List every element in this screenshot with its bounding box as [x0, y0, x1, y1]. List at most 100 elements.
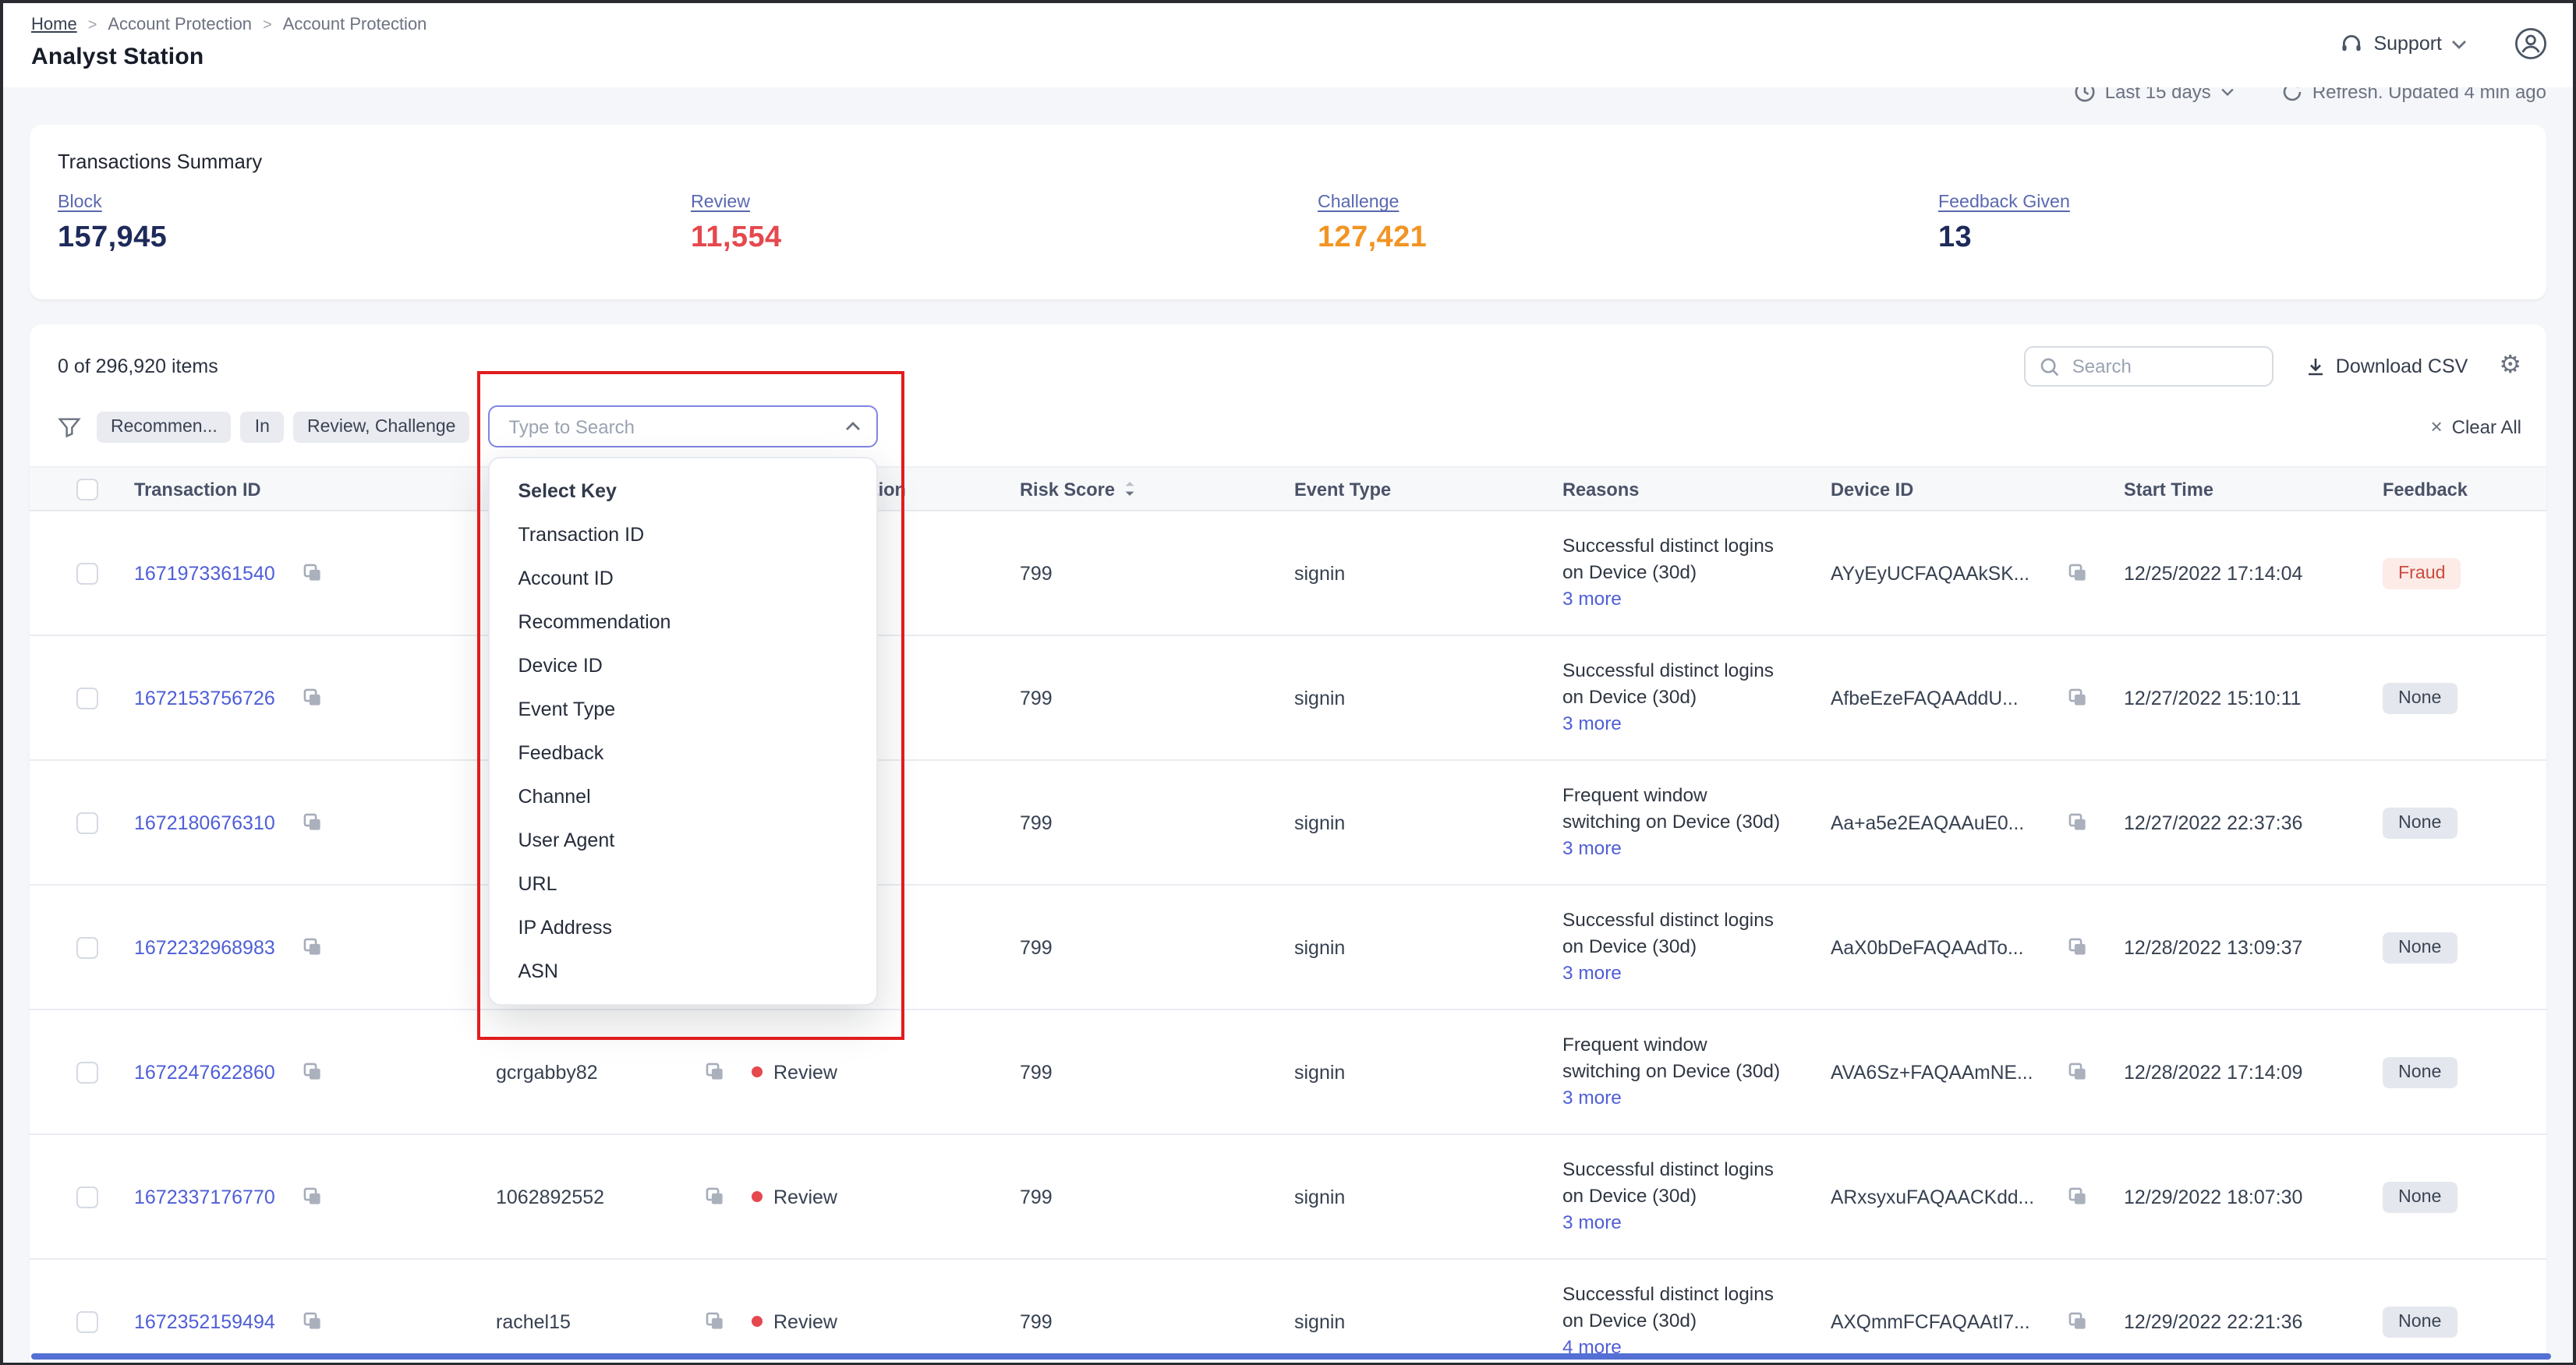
search-input[interactable]: [2069, 354, 2258, 379]
download-csv-button[interactable]: Download CSV: [2305, 355, 2468, 377]
risk-score: 799: [1015, 1061, 1290, 1083]
filter-chip-key[interactable]: Recommen...: [97, 411, 232, 442]
recommendation: Review: [747, 1310, 1015, 1332]
select-all-checkbox[interactable]: [76, 478, 98, 500]
transaction-id-link[interactable]: 1671973361540: [134, 562, 303, 584]
filter-chip-operator[interactable]: In: [241, 411, 284, 442]
filter-funnel-icon[interactable]: [58, 416, 81, 437]
copy-icon[interactable]: [705, 1186, 725, 1207]
metric-block: Block 157,945: [58, 192, 691, 256]
items-count: 0 of 296,920 items: [58, 355, 218, 377]
table-row: 1672247622860 gcrgabby82 Review 799 sign…: [30, 1010, 2546, 1135]
breadcrumb: Home > Account Protection > Account Prot…: [31, 16, 426, 34]
metric-challenge-label[interactable]: Challenge: [1318, 192, 1399, 212]
transaction-id-link[interactable]: 1672247622860: [134, 1061, 303, 1083]
more-reasons-link[interactable]: 3 more: [1562, 1086, 1826, 1112]
metric-review-label[interactable]: Review: [691, 192, 750, 212]
gear-icon[interactable]: ⚙: [2499, 354, 2521, 379]
dropdown-option-transaction-id[interactable]: Transaction ID: [490, 513, 877, 557]
copy-icon[interactable]: [705, 1062, 725, 1082]
copy-icon[interactable]: [303, 1062, 323, 1082]
copy-icon[interactable]: [2068, 688, 2088, 708]
horizontal-scrollbar[interactable]: [31, 1353, 2551, 1359]
dropdown-option-recommendation[interactable]: Recommendation: [490, 600, 877, 644]
more-reasons-link[interactable]: 3 more: [1562, 1211, 1826, 1236]
metric-feedback-given-value: 13: [1938, 221, 2518, 256]
dropdown-option-user-agent[interactable]: User Agent: [490, 819, 877, 862]
metric-block-label[interactable]: Block: [58, 192, 102, 212]
support-menu[interactable]: Support: [2339, 31, 2467, 56]
start-time: 12/27/2022 15:10:11: [2119, 687, 2378, 709]
reasons: Successful distinct logins on Device (30…: [1558, 1282, 1826, 1361]
copy-icon[interactable]: [2068, 563, 2088, 583]
row-checkbox[interactable]: [76, 687, 98, 709]
copy-icon[interactable]: [303, 1311, 323, 1331]
metric-feedback-given-label[interactable]: Feedback Given: [1938, 192, 2070, 212]
copy-icon[interactable]: [303, 1186, 323, 1207]
reason-text: on Device (30d): [1562, 684, 1826, 710]
feedback-badge: None: [2383, 1181, 2457, 1212]
key-picker-input[interactable]: [506, 414, 846, 439]
copy-icon[interactable]: [2068, 1062, 2088, 1082]
event-type: signin: [1290, 562, 1558, 584]
row-checkbox[interactable]: [76, 936, 98, 958]
time-range-label: Last 15 days: [2105, 87, 2211, 103]
recommendation-label: Review: [773, 1310, 837, 1332]
more-reasons-link[interactable]: 3 more: [1562, 712, 1826, 737]
copy-icon[interactable]: [705, 1311, 725, 1331]
row-checkbox[interactable]: [76, 1061, 98, 1083]
search-input-box[interactable]: [2024, 346, 2273, 387]
more-reasons-link[interactable]: 3 more: [1562, 961, 1826, 987]
copy-icon[interactable]: [2068, 1186, 2088, 1207]
breadcrumb-account-protection[interactable]: Account Protection: [108, 16, 252, 34]
copy-icon[interactable]: [303, 937, 323, 957]
device-id: AXQmmFCFAQAAtI7...: [1831, 1310, 2068, 1332]
clear-all-button[interactable]: × Clear All: [2430, 416, 2521, 437]
transaction-id-link[interactable]: 1672180676310: [134, 812, 303, 833]
row-checkbox[interactable]: [76, 1310, 98, 1332]
dropdown-option-event-type[interactable]: Event Type: [490, 688, 877, 731]
copy-icon[interactable]: [303, 688, 323, 708]
copy-icon[interactable]: [2068, 812, 2088, 833]
transaction-id-link[interactable]: 1672153756726: [134, 687, 303, 709]
copy-icon[interactable]: [303, 812, 323, 833]
copy-icon[interactable]: [2068, 937, 2088, 957]
transaction-id-link[interactable]: 1672337176770: [134, 1186, 303, 1208]
table-row: 1672337176770 1062892552 Review 799 sign…: [30, 1135, 2546, 1260]
dropdown-group-label: Select Key: [490, 469, 877, 513]
row-checkbox[interactable]: [76, 812, 98, 833]
row-checkbox[interactable]: [76, 562, 98, 584]
copy-icon[interactable]: [2068, 1311, 2088, 1331]
filter-chip-values[interactable]: Review, Challenge: [293, 411, 470, 442]
more-reasons-link[interactable]: 3 more: [1562, 836, 1826, 862]
time-range-selector[interactable]: Last 15 days: [2074, 87, 2235, 103]
row-checkbox[interactable]: [76, 1186, 98, 1208]
time-controls: Last 15 days Refresh. Updated 4 min ago: [2074, 87, 2546, 103]
risk-score: 799: [1015, 812, 1290, 833]
dropdown-option-account-id[interactable]: Account ID: [490, 557, 877, 600]
dropdown-option-asn[interactable]: ASN: [490, 949, 877, 993]
start-time: 12/28/2022 17:14:09: [2119, 1061, 2378, 1083]
transaction-id-link[interactable]: 1672352159494: [134, 1310, 303, 1332]
sort-icon[interactable]: [1123, 479, 1137, 499]
dropdown-option-ip-address[interactable]: IP Address: [490, 906, 877, 949]
more-reasons-link[interactable]: 3 more: [1562, 587, 1826, 613]
refresh-button[interactable]: Refresh. Updated 4 min ago: [2281, 87, 2546, 103]
dropdown-option-channel[interactable]: Channel: [490, 775, 877, 819]
breadcrumb-separator: >: [263, 16, 272, 34]
copy-icon[interactable]: [303, 563, 323, 583]
breadcrumb-home[interactable]: Home: [31, 16, 77, 34]
refresh-status-label: Refresh. Updated 4 min ago: [2312, 87, 2546, 103]
device-id: AaX0bDeFAQAAdTo...: [1831, 936, 2068, 958]
dropdown-option-device-id[interactable]: Device ID: [490, 644, 877, 688]
user-avatar-icon[interactable]: [2514, 27, 2548, 61]
key-picker-combobox[interactable]: [489, 405, 879, 447]
col-header-feedback: Feedback: [2378, 478, 2553, 500]
transaction-id-link[interactable]: 1672232968983: [134, 936, 303, 958]
col-header-start-time: Start Time: [2119, 478, 2378, 500]
dropdown-option-feedback[interactable]: Feedback: [490, 731, 877, 775]
filter-chips: Recommen... In Review, Challenge: [97, 411, 470, 442]
header-actions: Support: [2339, 27, 2548, 61]
col-header-event-type: Event Type: [1290, 478, 1558, 500]
dropdown-option-url[interactable]: URL: [490, 862, 877, 906]
